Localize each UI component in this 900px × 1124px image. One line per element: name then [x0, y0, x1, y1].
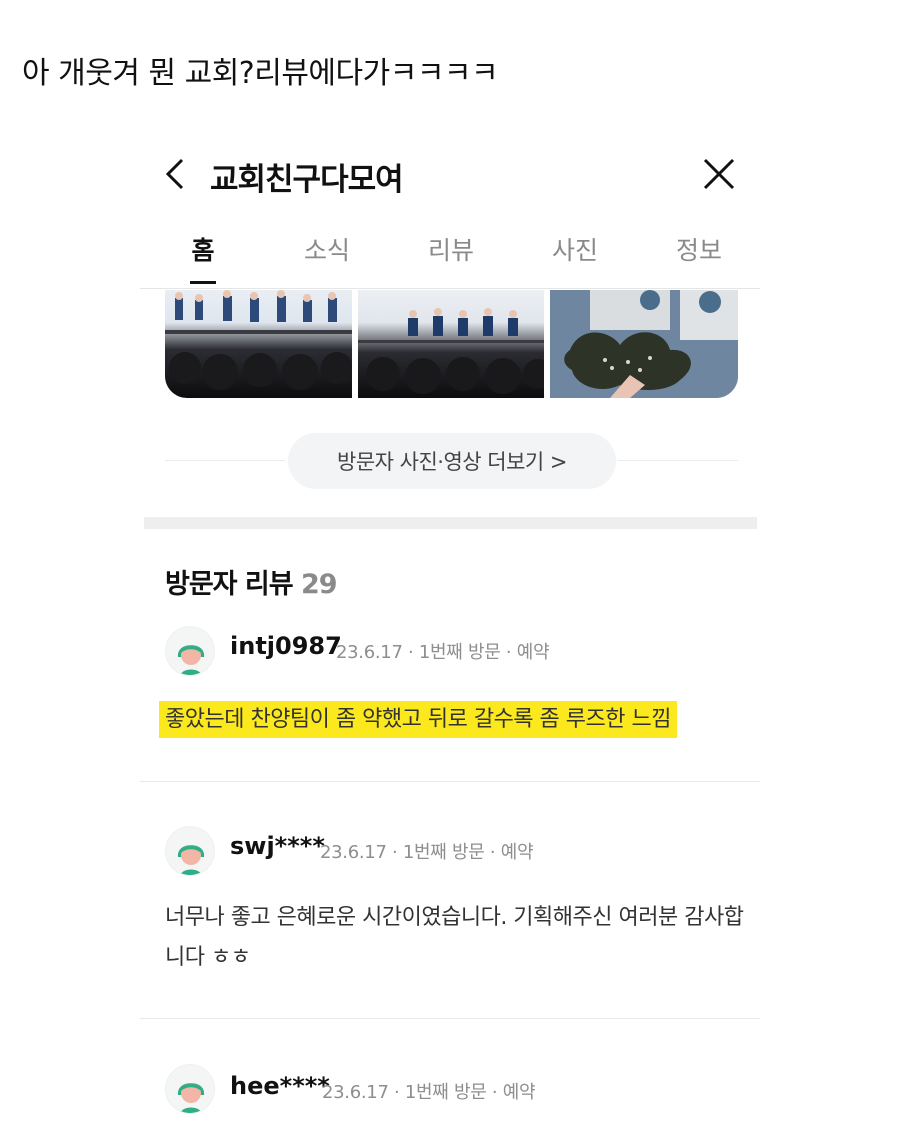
visitor-photo[interactable] — [165, 290, 352, 398]
header: 교회친구다모여 — [140, 130, 760, 220]
review-meta: 23.6.17 · 1번째 방문 · 예약 — [320, 842, 534, 863]
close-icon[interactable] — [702, 157, 736, 191]
tab-photos[interactable]: 사진 — [530, 231, 620, 267]
avatar-default-icon — [177, 845, 205, 875]
tabs-divider — [140, 288, 760, 289]
tab-news[interactable]: 소식 — [282, 231, 372, 267]
review-item: intj0987 23.6.17 · 1번째 방문 · 예약 좋았는데 찬양팀이… — [140, 622, 760, 782]
page-title: 교회친구다모여 — [210, 162, 404, 198]
place-review-screenshot: 교회친구다모여 홈 소식 리뷰 사진 정보 방문자 사진·영상 더보기 > 방문… — [140, 130, 760, 1124]
highlighted-review-text: 좋았는데 찬양팀이 좀 약했고 뒤로 갈수록 좀 루즈한 느낌 — [159, 701, 677, 738]
visitor-photo[interactable] — [358, 290, 544, 398]
stage-photo-image — [358, 308, 544, 394]
avatar[interactable] — [165, 826, 215, 876]
review-divider — [140, 1018, 760, 1019]
tab-reviews[interactable]: 리뷰 — [406, 231, 496, 267]
reviews-title-label: 방문자 리뷰 — [165, 569, 294, 600]
review-meta: 23.6.17 · 1번째 방문 · 예약 — [336, 642, 550, 663]
back-arrow-icon[interactable] — [162, 156, 190, 192]
leaf-card-photo-image — [550, 290, 738, 398]
section-separator — [144, 517, 757, 529]
tab-info[interactable]: 정보 — [654, 231, 744, 267]
reviews-section-title: 방문자 리뷰 29 — [165, 562, 338, 601]
visitor-photo[interactable] — [550, 290, 738, 398]
review-author[interactable]: hee**** — [230, 1072, 330, 1100]
review-item: swj**** 23.6.17 · 1번째 방문 · 예약 너무나 좋고 은혜로… — [140, 826, 760, 1006]
active-tab-indicator — [190, 281, 216, 284]
tab-bar: 홈 소식 리뷰 사진 정보 — [140, 225, 760, 287]
reviews-count: 29 — [301, 569, 338, 600]
review-text: 좋았는데 찬양팀이 좀 약했고 뒤로 갈수록 좀 루즈한 느낌 — [159, 700, 740, 740]
avatar-default-icon — [177, 645, 205, 675]
review-meta: 23.6.17 · 1번째 방문 · 예약 — [322, 1082, 536, 1103]
review-text: 너무나 좋고 은혜로운 시간이였습니다. 기획해주신 여러분 감사합니다 ㅎㅎ — [165, 905, 744, 970]
divider-line — [165, 460, 285, 461]
review-author[interactable]: intj0987 — [230, 632, 342, 660]
review-divider — [140, 781, 760, 782]
avatar[interactable] — [165, 1064, 215, 1114]
photo-strip — [165, 290, 738, 398]
stage-photo-image — [165, 290, 352, 390]
review-author[interactable]: swj**** — [230, 832, 325, 860]
tab-home[interactable]: 홈 — [158, 231, 248, 267]
divider-line — [618, 460, 738, 461]
avatar-default-icon — [177, 1083, 205, 1113]
post-caption: 아 개웃겨 뭔 교회?리뷰에다가ㅋㅋㅋㅋ — [22, 56, 499, 91]
avatar[interactable] — [165, 626, 215, 676]
review-item: hee**** 23.6.17 · 1번째 방문 · 예약 — [140, 1064, 760, 1124]
more-visitor-media-button[interactable]: 방문자 사진·영상 더보기 > — [288, 433, 616, 489]
